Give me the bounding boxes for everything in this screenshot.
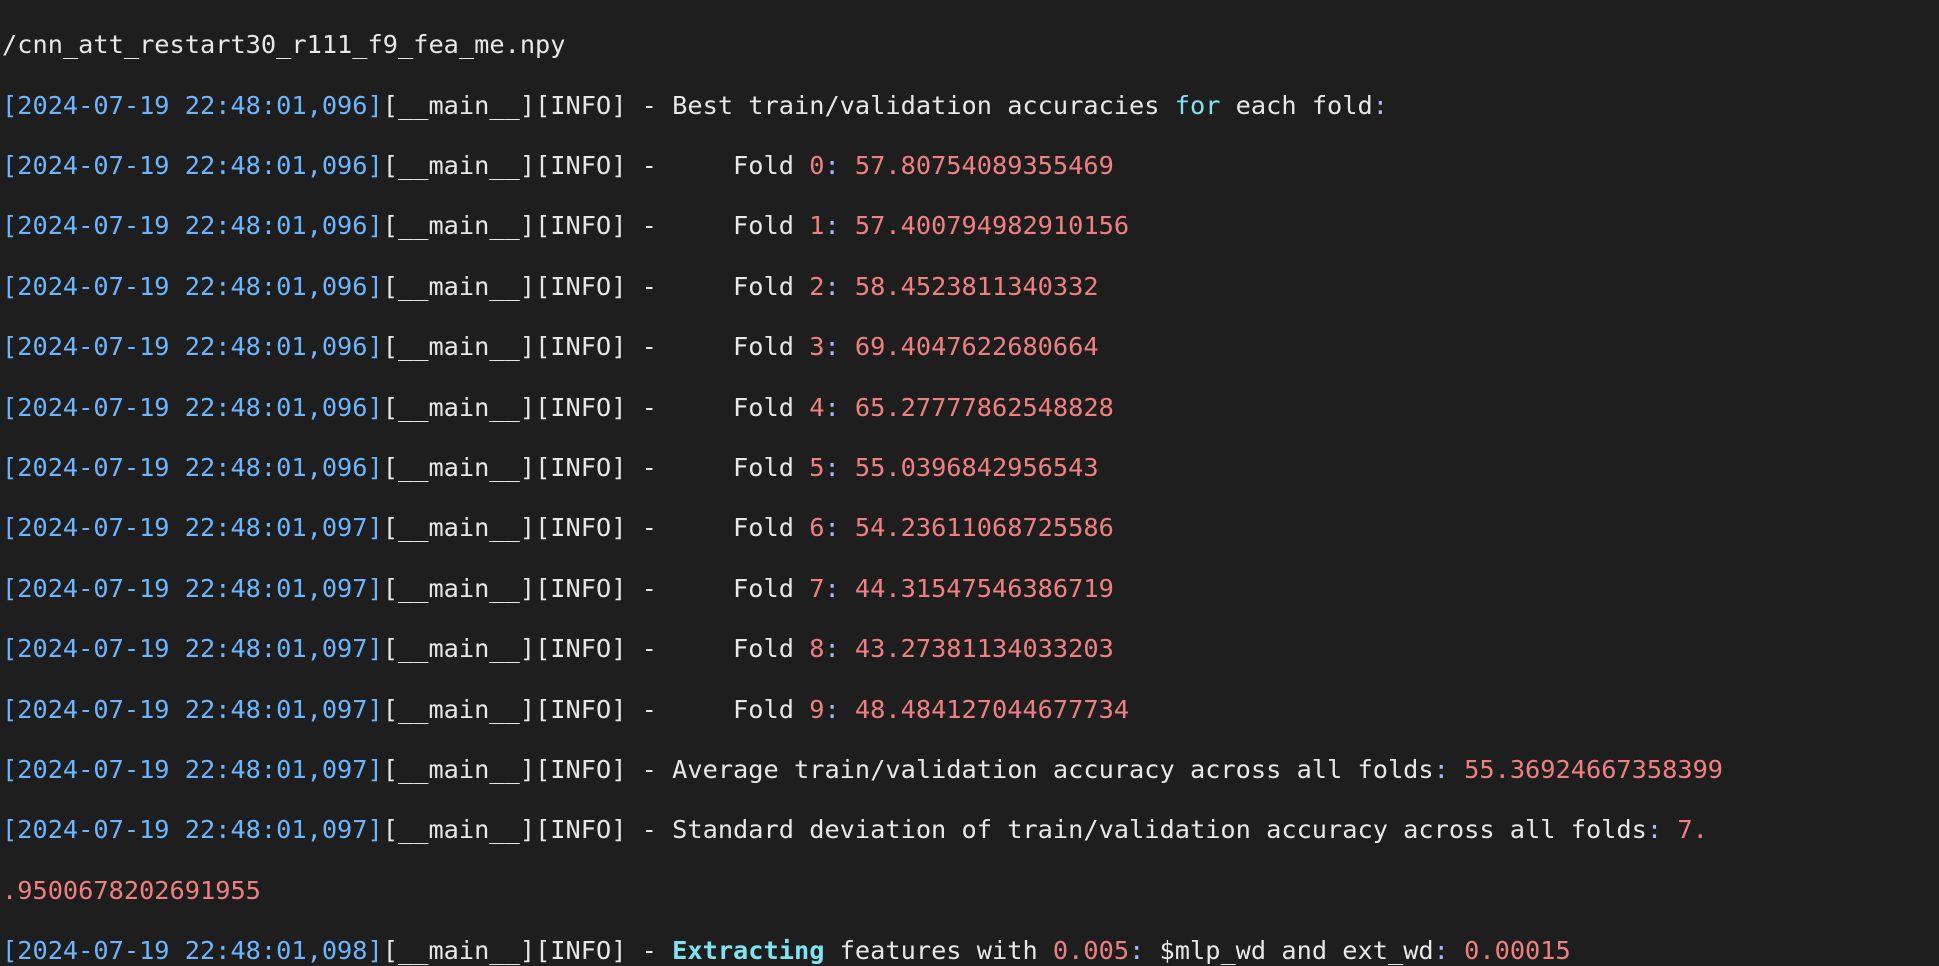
fold-index: 5 — [809, 452, 825, 482]
log-line-stddev-wrap: .9500678202691955 — [2, 876, 1939, 906]
log-timestamp: [2024-07-19 22:48:01,096] — [2, 271, 383, 301]
log-text: Standard deviation of train/validation a… — [672, 815, 1647, 845]
log-timestamp: [2024-07-19 22:48:01,098] — [2, 936, 383, 966]
log-line-stddev: [2024-07-19 22:48:01,097][__main__][INFO… — [2, 815, 1939, 845]
log-text: Best train/validation accuracies — [672, 90, 1175, 120]
log-timestamp: [2024-07-19 22:48:01,097] — [2, 815, 383, 845]
fold-index: 7 — [809, 573, 825, 603]
fold-index: 0 — [809, 150, 825, 180]
fold-index: 1 — [809, 211, 825, 241]
fold-value: 57.400794982910156 — [854, 211, 1130, 241]
stddev-value-part-b: .9500678202691955 — [2, 875, 261, 905]
fold-value: 44.31547546386719 — [854, 573, 1114, 603]
log-line-fold: [2024-07-19 22:48:01,096][__main__][INFO… — [2, 271, 1099, 301]
log-timestamp: [2024-07-19 22:48:01,096] — [2, 392, 383, 422]
fold-label: Fold — [672, 150, 810, 180]
log-logger: [__main__][INFO] - — [382, 90, 673, 120]
log-line-extract: [2024-07-19 22:48:01,098][__main__][INFO… — [2, 936, 1939, 966]
fold-value: 43.27381134033203 — [854, 634, 1114, 664]
log-logger: [__main__][INFO] - — [382, 694, 673, 724]
log-text: $mlp_wd and ext_wd — [1144, 936, 1434, 966]
mlp-wd-value: 0.005 — [1052, 936, 1130, 966]
log-logger: [__main__][INFO] - — [382, 452, 673, 482]
log-logger: [__main__][INFO] - — [382, 815, 673, 845]
log-logger: [__main__][INFO] - — [382, 936, 673, 966]
log-colon: : — [1646, 815, 1678, 845]
fold-value: 69.4047622680664 — [854, 332, 1099, 362]
fold-index: 4 — [809, 392, 825, 422]
log-line-average: [2024-07-19 22:48:01,097][__main__][INFO… — [2, 755, 1939, 785]
fold-index: 3 — [809, 332, 825, 362]
log-logger: [__main__][INFO] - — [382, 634, 673, 664]
fold-label: Fold — [672, 271, 810, 301]
log-timestamp: [2024-07-19 22:48:01,097] — [2, 754, 383, 784]
log-line-fold: [2024-07-19 22:48:01,097][__main__][INFO… — [2, 634, 1114, 664]
log-timestamp: [2024-07-19 22:48:01,097] — [2, 573, 383, 603]
fold-label: Fold — [672, 513, 810, 543]
fold-value: 57.80754089355469 — [854, 150, 1114, 180]
fold-index: 8 — [809, 634, 825, 664]
log-colon: : — [1433, 754, 1465, 784]
log-timestamp: [2024-07-19 22:48:01,096] — [2, 452, 383, 482]
fold-value: 48.484127044677734 — [854, 694, 1130, 724]
log-timestamp: [2024-07-19 22:48:01,096] — [2, 332, 383, 362]
fold-value: 55.0396842956543 — [854, 452, 1099, 482]
log-line-fold: [2024-07-19 22:48:01,097][__main__][INFO… — [2, 573, 1114, 603]
log-line-fold: [2024-07-19 22:48:01,096][__main__][INFO… — [2, 452, 1099, 482]
log-timestamp: [2024-07-19 22:48:01,097] — [2, 513, 383, 543]
log-line-fold: [2024-07-19 22:48:01,096][__main__][INFO… — [2, 392, 1114, 422]
log-timestamp: [2024-07-19 22:48:01,096] — [2, 90, 383, 120]
fold-label: Fold — [672, 634, 810, 664]
average-value: 55.36924667358399 — [1464, 754, 1724, 784]
log-timestamp: [2024-07-19 22:48:01,097] — [2, 634, 383, 664]
stddev-value-part-a: 7. — [1677, 815, 1708, 845]
fold-label: Fold — [672, 332, 810, 362]
fold-label: Fold — [672, 694, 810, 724]
log-timestamp: [2024-07-19 22:48:01,097] — [2, 694, 383, 724]
fold-label: Fold — [672, 211, 810, 241]
log-colon: : — [1433, 936, 1465, 966]
log-logger: [__main__][INFO] - — [382, 332, 673, 362]
fold-label: Fold — [672, 392, 810, 422]
log-logger: [__main__][INFO] - — [382, 513, 673, 543]
log-logger: [__main__][INFO] - — [382, 150, 673, 180]
log-logger: [__main__][INFO] - — [382, 271, 673, 301]
log-logger: [__main__][INFO] - — [382, 754, 673, 784]
log-line-fold: [2024-07-19 22:48:01,096][__main__][INFO… — [2, 332, 1099, 362]
log-line-fold: [2024-07-19 22:48:01,097][__main__][INFO… — [2, 694, 1130, 724]
log-logger: [__main__][INFO] - — [382, 573, 673, 603]
fold-value: 65.27777862548828 — [854, 392, 1114, 422]
terminal-output: /cnn_att_restart30_r111_f9_fea_me.npy [2… — [0, 0, 1939, 965]
log-line-fold: [2024-07-19 22:48:01,096][__main__][INFO… — [2, 150, 1114, 180]
fold-value: 54.23611068725586 — [854, 513, 1114, 543]
log-line-fold: [2024-07-19 22:48:01,097][__main__][INFO… — [2, 513, 1114, 543]
fold-index: 9 — [809, 694, 825, 724]
fold-value: 58.4523811340332 — [854, 271, 1099, 301]
log-text: Average train/validation accuracy across… — [672, 754, 1434, 784]
log-text: features with — [824, 936, 1053, 966]
log-logger: [__main__][INFO] - — [382, 211, 673, 241]
log-timestamp: [2024-07-19 22:48:01,096] — [2, 211, 383, 241]
log-colon: : — [1129, 936, 1145, 966]
ext-wd-value: 0.00015 — [1464, 936, 1571, 966]
log-text: each fold — [1220, 90, 1373, 120]
log-logger: [__main__][INFO] - — [382, 392, 673, 422]
log-line-fold: [2024-07-19 22:48:01,096][__main__][INFO… — [2, 211, 1130, 241]
file-path-line: /cnn_att_restart30_r111_f9_fea_me.npy — [2, 30, 566, 60]
log-keyword: Extracting — [672, 936, 825, 966]
fold-index: 2 — [809, 271, 825, 301]
log-keyword: for — [1174, 90, 1221, 120]
log-timestamp: [2024-07-19 22:48:01,096] — [2, 150, 383, 180]
fold-label: Fold — [672, 452, 810, 482]
log-line-best-header: [2024-07-19 22:48:01,096][__main__][INFO… — [2, 91, 1939, 121]
fold-label: Fold — [672, 573, 810, 603]
log-colon: : — [1372, 90, 1388, 120]
fold-index: 6 — [809, 513, 825, 543]
